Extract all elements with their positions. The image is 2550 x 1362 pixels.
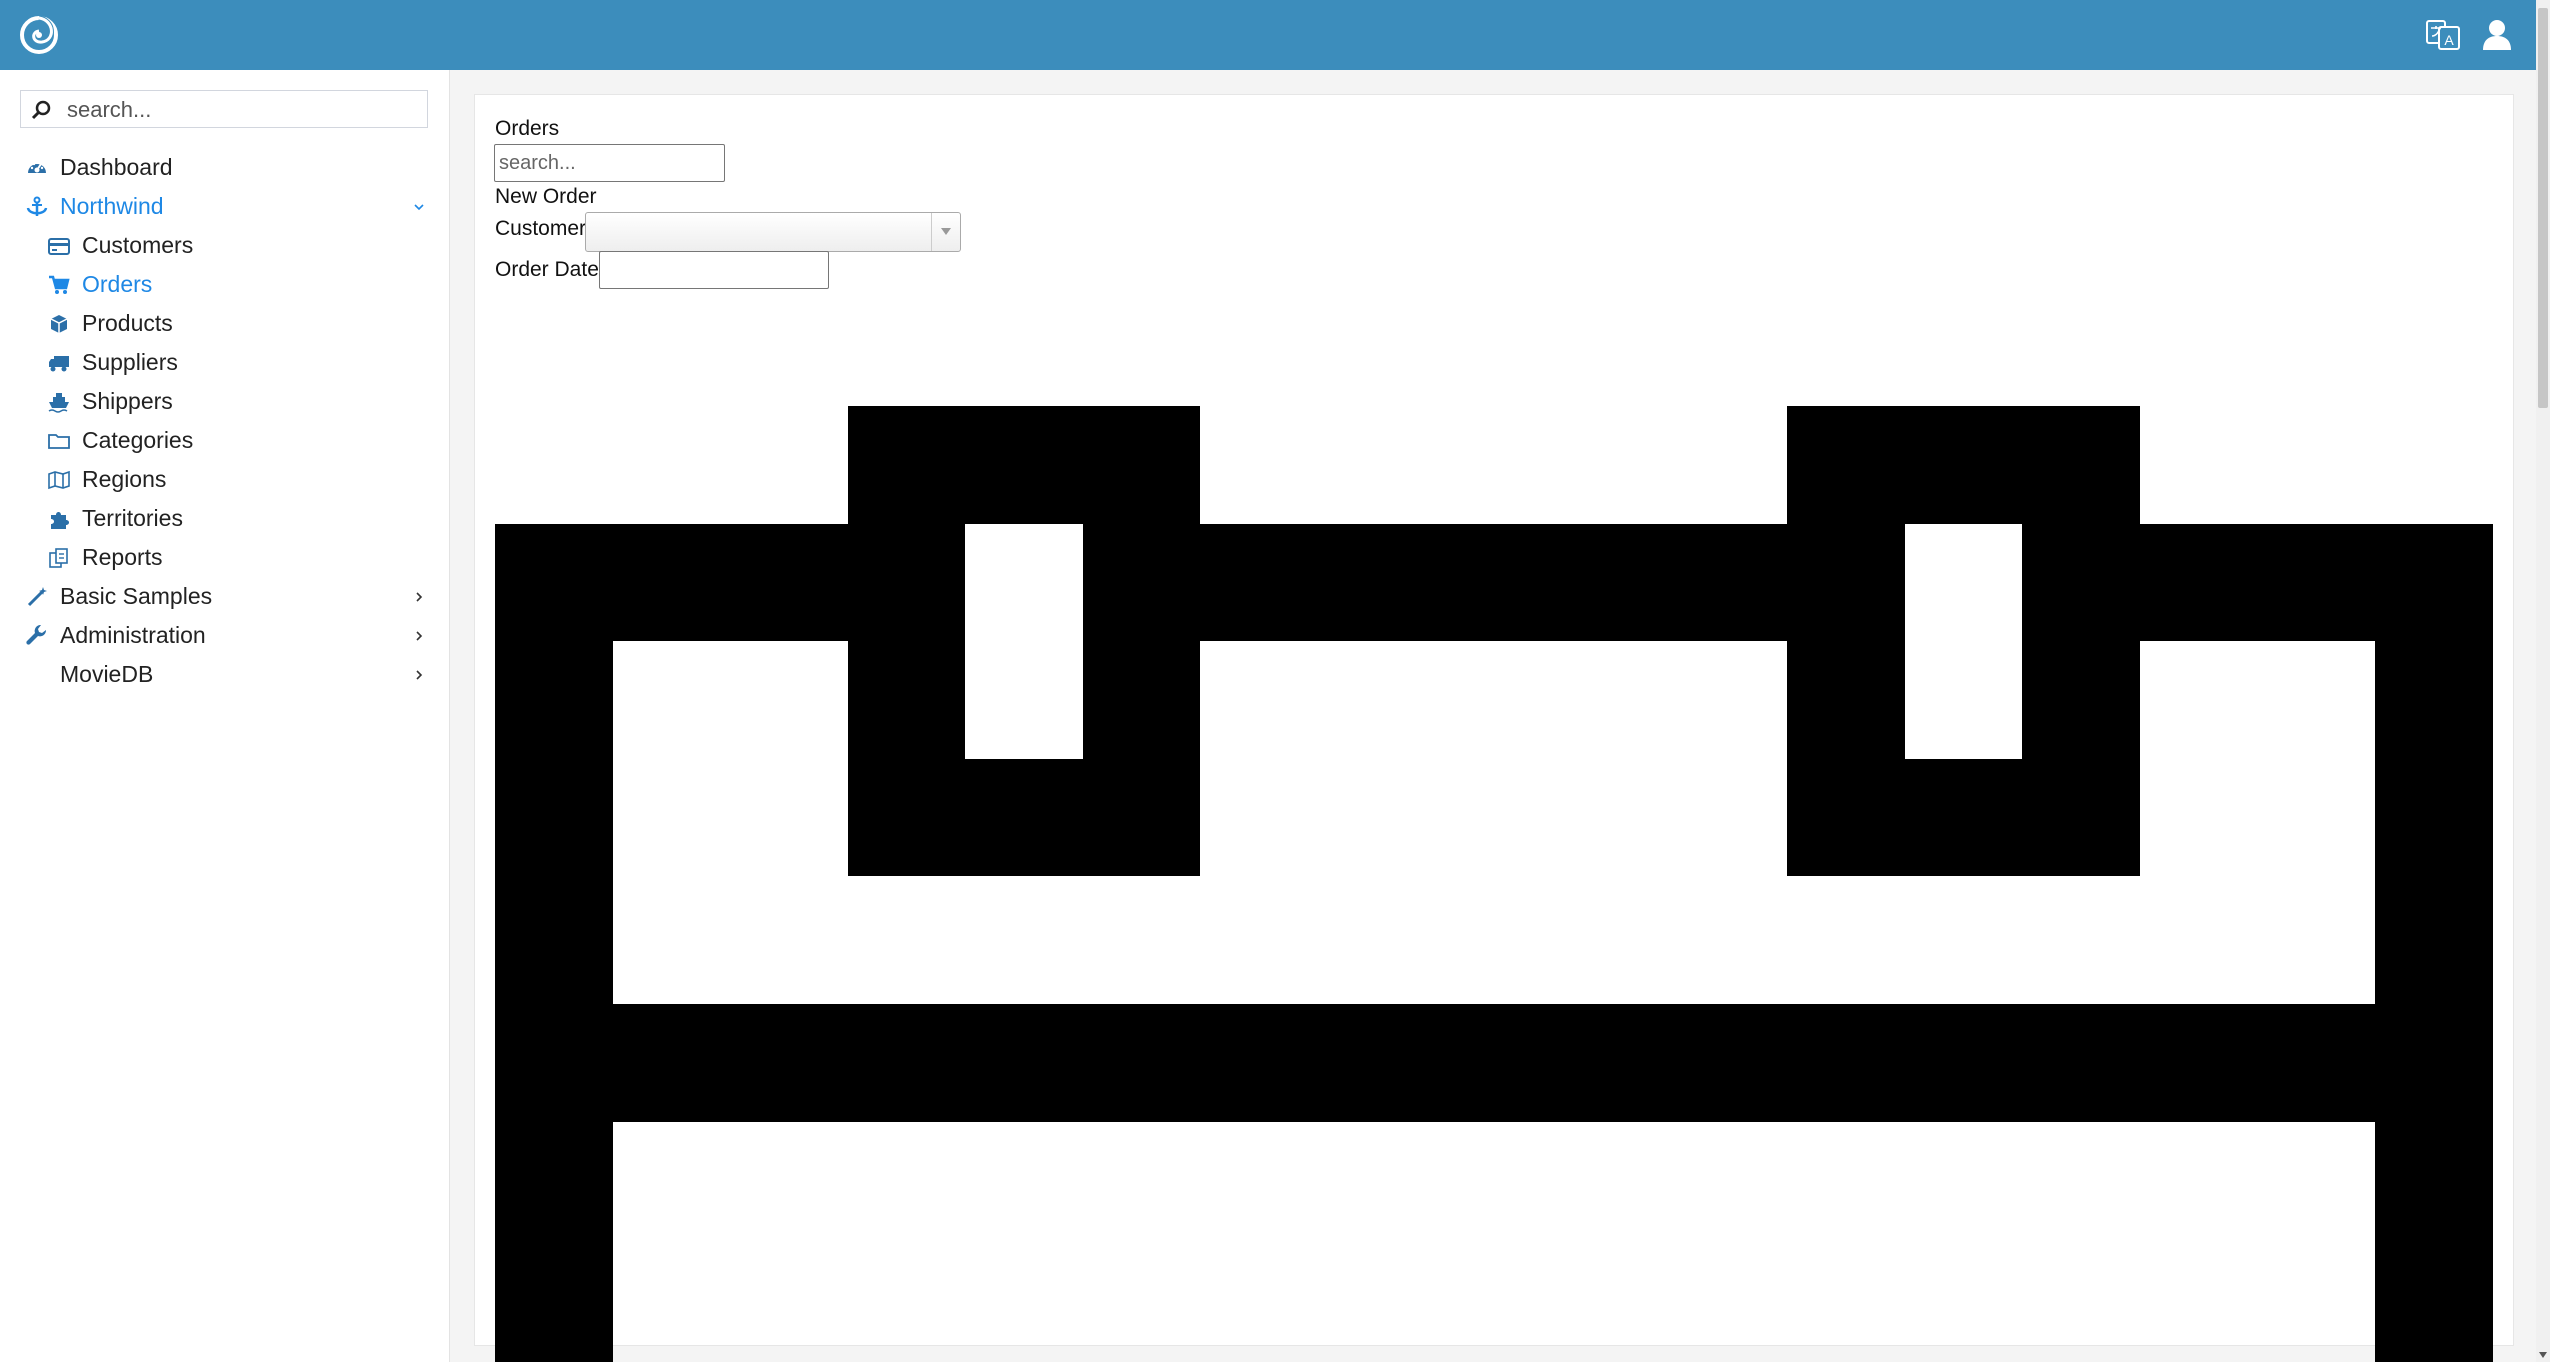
sidebar-item-label: Regions — [82, 466, 167, 492]
order-date-label: Order Date — [495, 258, 599, 281]
sidebar-search-input[interactable] — [65, 95, 419, 125]
sidebar-item-basic-samples[interactable]: Basic Samples — [0, 577, 449, 615]
sidebar-search — [20, 90, 428, 128]
sidebar-item-label: Basic Samples — [60, 583, 213, 609]
sidebar-item-products[interactable]: Products — [0, 304, 449, 342]
sidebar-item-label: MovieDB — [60, 661, 154, 687]
scrollbar-thumb[interactable] — [2538, 8, 2548, 408]
user-icon[interactable] — [2478, 16, 2516, 54]
vertical-scrollbar[interactable] — [2536, 0, 2550, 1362]
calendar-icon — [495, 406, 2493, 1362]
sidebar-item-label: Shippers — [82, 388, 173, 414]
new-order-label: New Order — [495, 185, 597, 208]
sidebar-item-label: Customers — [82, 232, 194, 258]
sidebar-item-territories[interactable]: Territories — [0, 499, 449, 537]
shopping-cart-icon — [49, 275, 70, 294]
map-icon — [48, 470, 70, 490]
translate-icon[interactable]: A — [2424, 16, 2462, 54]
dashboard-icon — [28, 162, 46, 173]
sidebar-item-label: Administration — [60, 622, 206, 648]
top-navbar: A — [0, 0, 2536, 70]
sidebar-item-suppliers[interactable]: Suppliers — [0, 343, 449, 381]
sidebar-item-categories[interactable]: Categories — [0, 421, 449, 459]
folder-icon — [48, 434, 70, 449]
sidebar-item-dashboard[interactable]: Dashboard — [0, 148, 449, 186]
serenity-logo-icon[interactable] — [14, 10, 64, 60]
scroll-down-arrow-icon[interactable] — [2539, 1352, 2547, 1358]
cube-icon — [50, 315, 68, 333]
page-title: Orders — [495, 117, 560, 140]
sidebar-item-administration[interactable]: Administration — [0, 616, 449, 654]
sidebar-item-label: Products — [82, 310, 173, 336]
sidebar-item-orders[interactable]: Orders — [0, 265, 449, 303]
sidebar-item-label: Dashboard — [60, 154, 173, 180]
search-icon — [31, 100, 51, 120]
anchor-icon — [26, 196, 48, 216]
sidebar-item-label: Reports — [82, 544, 163, 570]
sidebar-item-label: Categories — [82, 427, 194, 453]
sidebar-item-moviedb[interactable]: MovieDB — [0, 655, 449, 693]
orders-search-input[interactable] — [494, 144, 725, 182]
order-date-input[interactable] — [599, 251, 829, 289]
magic-wand-icon — [27, 587, 47, 607]
sidebar-item-shippers[interactable]: Shippers — [0, 382, 449, 420]
sidebar-item-regions[interactable]: Regions — [0, 460, 449, 498]
customer-label: Customer — [495, 217, 587, 240]
sidebar-item-reports[interactable]: Reports — [0, 538, 449, 576]
ship-icon — [48, 393, 69, 413]
svg-text:A: A — [2444, 32, 2454, 48]
sidebar-item-customers[interactable]: Customers — [0, 226, 449, 264]
wrench-icon — [26, 625, 47, 645]
sidebar: Dashboard Northwind Customers Orders — [0, 70, 450, 1362]
sidebar-item-label: Northwind — [60, 193, 164, 219]
chevron-right-icon — [416, 670, 423, 680]
chevron-right-icon — [416, 592, 423, 602]
credit-card-icon — [48, 238, 70, 255]
chevron-down-icon — [414, 204, 424, 211]
customer-select[interactable] — [585, 212, 961, 252]
reports-icon — [49, 548, 68, 568]
sidebar-item-label: Suppliers — [82, 349, 178, 375]
sidebar-item-label: Orders — [82, 271, 153, 297]
sidebar-item-label: Territories — [82, 505, 183, 531]
chevron-right-icon — [416, 631, 423, 641]
dropdown-arrow-icon[interactable] — [931, 213, 960, 251]
truck-icon — [49, 356, 69, 372]
sidebar-item-northwind[interactable]: Northwind — [0, 187, 449, 225]
puzzle-icon — [51, 512, 69, 529]
